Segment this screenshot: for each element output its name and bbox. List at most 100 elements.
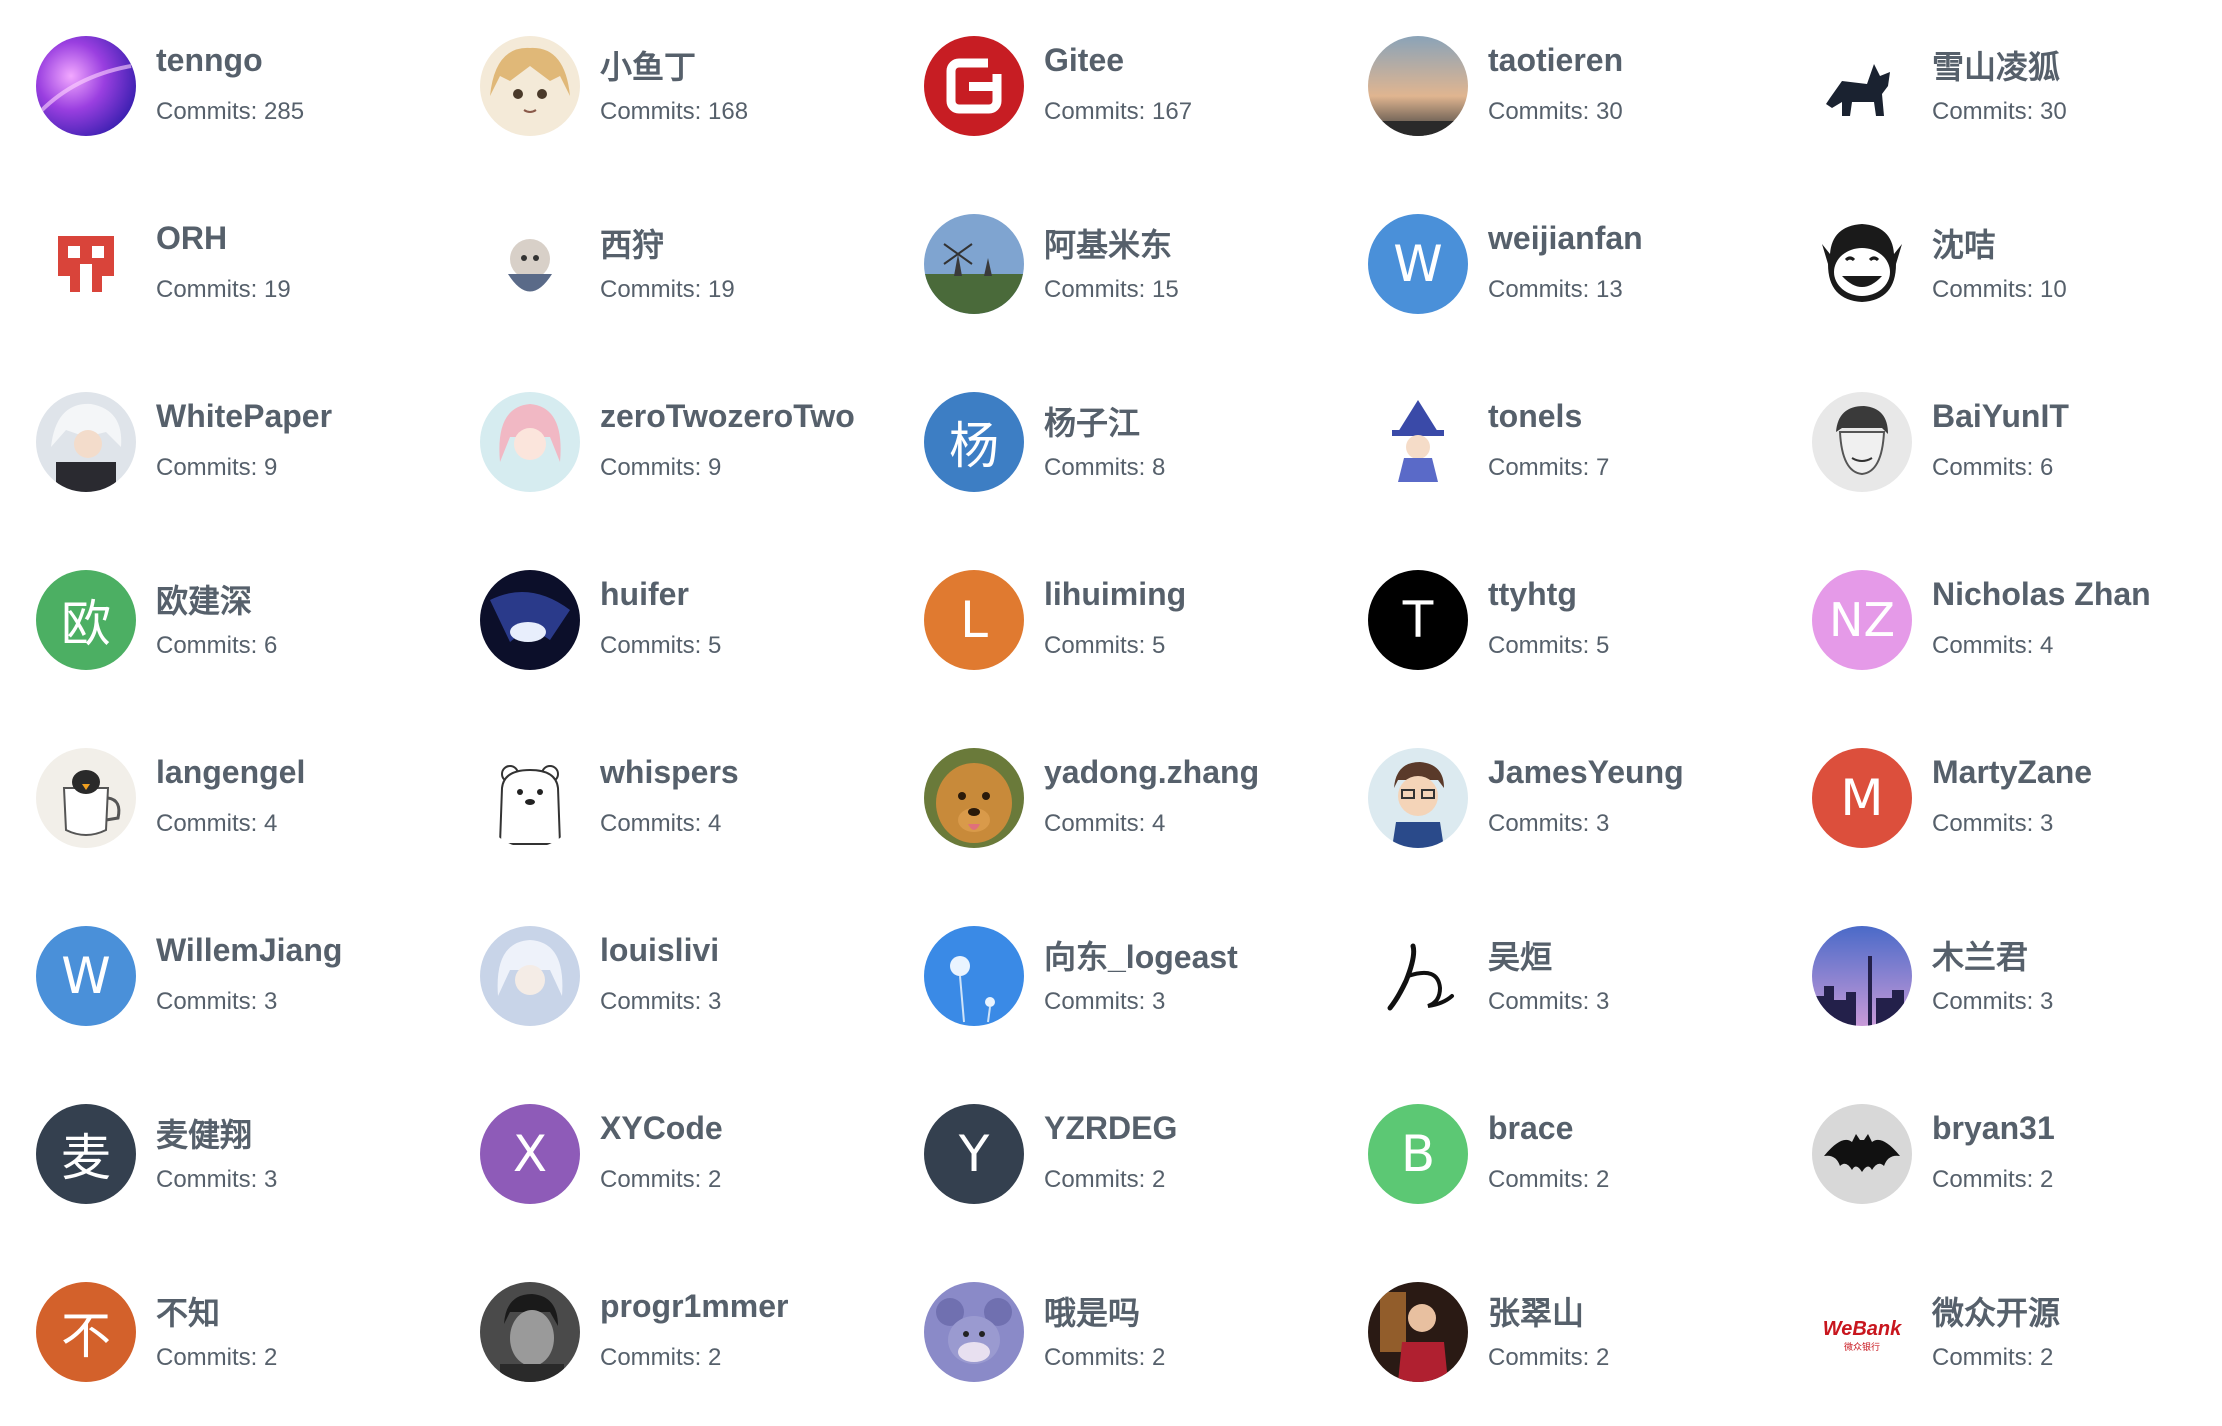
contributor-card[interactable]: taotieren Commits: 30 [1332,2,1776,180]
contributor-name[interactable]: 张翠山 [1488,1288,1584,1334]
contributor-name[interactable]: 哦是吗 [1044,1288,1140,1334]
letter-avatar[interactable]: 不 [36,1282,136,1382]
contributor-card[interactable]: 木兰君 Commits: 3 [1776,892,2220,1070]
contributor-name[interactable]: 木兰君 [1932,932,2028,978]
contributor-name[interactable]: Nicholas Zhan [1932,576,2151,613]
contributor-name[interactable]: ttyhtg [1488,576,1577,613]
contributor-card[interactable]: langengel Commits: 4 [0,714,444,892]
gitee-logo-avatar[interactable] [924,36,1024,136]
letter-avatar[interactable]: X [480,1104,580,1204]
webank-logo-avatar[interactable]: WeBank 微众银行 [1812,1282,1912,1382]
windmill-landscape-avatar[interactable] [924,214,1024,314]
contributor-card[interactable]: 不不知 Commits: 2 [0,1248,444,1426]
contributor-card[interactable]: 杨杨子江 Commits: 8 [888,358,1332,536]
contributor-name[interactable]: whispers [600,754,739,791]
sketch-man-avatar[interactable] [1812,392,1912,492]
contributor-card[interactable]: louislivi Commits: 3 [444,892,888,1070]
letter-avatar[interactable]: L [924,570,1024,670]
letter-avatar[interactable]: 杨 [924,392,1024,492]
contributor-name[interactable]: 沈咭 [1932,220,1996,266]
contributor-name[interactable]: louislivi [600,932,719,969]
contributor-card[interactable]: X XYCode Commits: 2 [444,1070,888,1248]
letter-avatar[interactable]: 欧 [36,570,136,670]
contributor-name[interactable]: MartyZane [1932,754,2092,791]
city-skyline-avatar[interactable] [1812,926,1912,1026]
contributor-name[interactable]: Gitee [1044,42,1124,79]
cartoon-man-glasses-avatar[interactable] [1368,748,1468,848]
contributor-name[interactable]: JamesYeung [1488,754,1684,791]
contributor-name[interactable]: 西狩 [600,220,664,266]
black-fox-avatar[interactable] [1812,36,1912,136]
contributor-name[interactable]: XYCode [600,1110,723,1147]
contributor-card[interactable]: tonels Commits: 7 [1332,358,1776,536]
contributor-card[interactable]: 哦是吗 Commits: 2 [888,1248,1332,1426]
contributor-name[interactable]: progr1mmer [600,1288,789,1325]
contributor-card[interactable]: 吴烜 Commits: 3 [1332,892,1776,1070]
contributor-card[interactable]: huifer Commits: 5 [444,536,888,714]
contributor-name[interactable]: taotieren [1488,42,1623,79]
contributor-card[interactable]: JamesYeung Commits: 3 [1332,714,1776,892]
person-photo-avatar[interactable] [1368,1282,1468,1382]
letter-avatar[interactable]: T [1368,570,1468,670]
golden-dog-avatar[interactable] [924,748,1024,848]
contributor-card[interactable]: Wweijianfan Commits: 13 [1332,180,1776,358]
contributor-card[interactable]: 麦麦健翔 Commits: 3 [0,1070,444,1248]
contributor-name[interactable]: 雪山凌狐 [1932,42,2060,88]
contributor-name[interactable]: langengel [156,754,305,791]
letter-avatar[interactable]: W [36,926,136,1026]
contributor-card[interactable]: Gitee Commits: 167 [888,2,1332,180]
letter-avatar[interactable]: M [1812,748,1912,848]
dark-anime-avatar[interactable] [480,570,580,670]
contributor-card[interactable]: Llihuiming Commits: 5 [888,536,1332,714]
contributor-card[interactable]: bryan31 Commits: 2 [1776,1070,2220,1248]
contributor-card[interactable]: zeroTwozeroTwo Commits: 9 [444,358,888,536]
letter-avatar[interactable]: Y [924,1104,1024,1204]
blue-anime-avatar[interactable] [480,926,580,1026]
contributor-name[interactable]: 杨子江 [1044,398,1140,444]
contributor-name[interactable]: bryan31 [1932,1110,2055,1147]
contributor-card[interactable]: 雪山凌狐 Commits: 30 [1776,2,2220,180]
contributor-card[interactable]: Bbrace Commits: 2 [1332,1070,1776,1248]
red-pixel-logo-avatar[interactable] [36,214,136,314]
contributor-card[interactable]: Y YZRDEG Commits: 2 [888,1070,1332,1248]
contributor-name[interactable]: 微众开源 [1932,1288,2060,1334]
contributor-name[interactable]: weijianfan [1488,220,1643,257]
contributor-name[interactable]: 麦健翔 [156,1110,252,1156]
contributor-card[interactable]: M MartyZane Commits: 3 [1776,714,2220,892]
contributor-card[interactable]: WeBank 微众银行 微众开源 Commits: 2 [1776,1248,2220,1426]
contributor-name[interactable]: brace [1488,1110,1573,1147]
letter-avatar[interactable]: W [1368,214,1468,314]
grayscale-portrait-avatar[interactable] [480,1282,580,1382]
contributor-card[interactable]: Tttyhtg Commits: 5 [1332,536,1776,714]
laughing-face-sketch-avatar[interactable] [1812,214,1912,314]
contributor-card[interactable]: 小鱼丁 Commits: 168 [444,2,888,180]
contributor-card[interactable]: 欧欧建深 Commits: 6 [0,536,444,714]
contributor-card[interactable]: W WillemJiang Commits: 3 [0,892,444,1070]
contributor-name[interactable]: 小鱼丁 [600,42,696,88]
white-hair-anime-avatar[interactable] [36,392,136,492]
contributor-card[interactable]: 阿基米东 Commits: 15 [888,180,1332,358]
penguin-teapot-avatar[interactable] [36,748,136,848]
cartoon-mouse-avatar[interactable] [924,1282,1024,1382]
contributor-name[interactable]: BaiYunIT [1932,398,2069,435]
contributor-card[interactable]: NZ Nicholas Zhan Commits: 4 [1776,536,2220,714]
contributor-card[interactable]: tenngo Commits: 285 [0,2,444,180]
letter-avatar[interactable]: NZ [1812,570,1912,670]
contributor-card[interactable]: whispers Commits: 4 [444,714,888,892]
letter-avatar[interactable]: B [1368,1104,1468,1204]
contributor-name[interactable]: ORH [156,220,227,257]
contributor-card[interactable]: ORH Commits: 19 [0,180,444,358]
contributor-card[interactable]: BaiYunIT Commits: 6 [1776,358,2220,536]
contributor-card[interactable]: yadong.zhang Commits: 4 [888,714,1332,892]
batman-logo-avatar[interactable] [1812,1104,1912,1204]
letter-avatar[interactable]: 麦 [36,1104,136,1204]
calligraphy-stroke-avatar[interactable] [1368,926,1468,1026]
witch-cartoon-avatar[interactable] [1368,392,1468,492]
contributor-name[interactable]: tenngo [156,42,263,79]
contributor-name[interactable]: YZRDEG [1044,1110,1177,1147]
pink-hair-anime-avatar[interactable] [480,392,580,492]
purple-galaxy-avatar[interactable] [36,36,136,136]
contributor-name[interactable]: 阿基米东 [1044,220,1172,266]
contributor-card[interactable]: progr1mmer Commits: 2 [444,1248,888,1426]
contributor-name[interactable]: 向东_logeast [1044,932,1238,978]
